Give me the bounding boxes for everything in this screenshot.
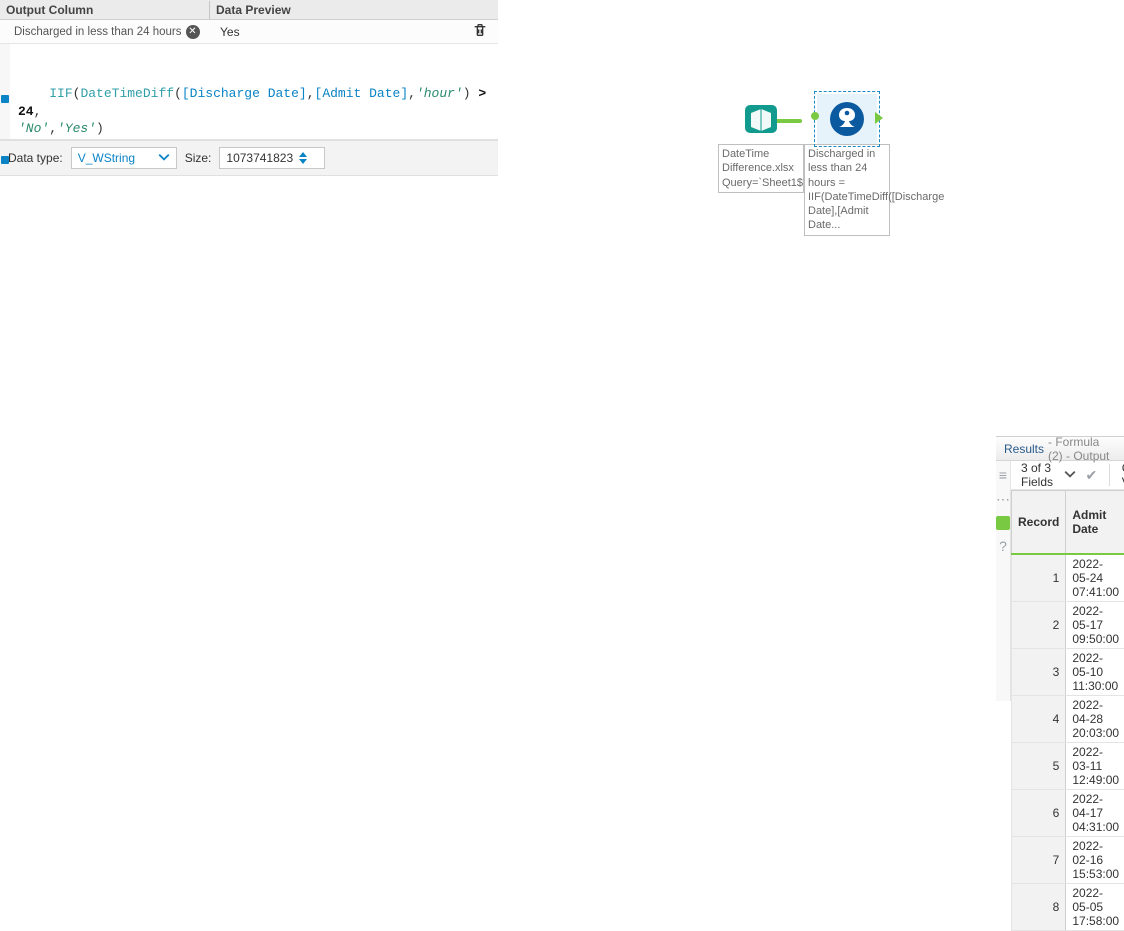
workflow-canvas[interactable]: DateTime Difference.xlsx Query=`Sheet1$ … — [498, 0, 1124, 701]
fields-summary[interactable]: 3 of 3 Fields — [1021, 461, 1054, 489]
input-tool-icon — [741, 99, 781, 139]
table-cell[interactable]: 2022-05-17 09:50:00 — [1066, 602, 1124, 649]
output-column-pill[interactable]: Discharged in less than 24 hours ✕ — [14, 25, 210, 39]
results-table[interactable]: RecordAdmit DateDischarge DateDischarged… — [1011, 490, 1124, 931]
table-cell[interactable]: 2022-03-11 12:49:00 — [1066, 743, 1124, 790]
chevron-down-icon — [158, 151, 170, 166]
size-label: Size: — [185, 151, 212, 165]
table-cell[interactable]: 4 — [1012, 696, 1066, 743]
table-row[interactable]: 52022-03-11 12:49:002022-03-13 17:30:00N… — [1012, 743, 1124, 790]
table-row[interactable]: 32022-05-10 11:30:002022-05-10 23:59:00Y… — [1012, 649, 1124, 696]
datatype-value: V_WString — [78, 151, 135, 165]
formula-tool-icon — [827, 99, 867, 139]
formula-tool[interactable]: Discharged in less than 24 hours = IIF(D… — [804, 94, 890, 236]
config-column-headers: Output Column Data Preview — [0, 0, 498, 20]
chevron-down-icon[interactable] — [1064, 468, 1076, 483]
preview-value: Yes — [210, 25, 472, 39]
output-column-row[interactable]: Discharged in less than 24 hours ✕ Yes — [0, 20, 498, 44]
size-stepper[interactable] — [299, 152, 307, 164]
clear-column-icon[interactable]: ✕ — [186, 25, 200, 39]
editor-gutter — [0, 44, 10, 139]
expression-editor[interactable]: IIF(DateTimeDiff([Discharge Date],[Admit… — [0, 44, 498, 140]
results-toolbar: 3 of 3 Fields ✔ Cell Viewer 8 records di… — [1011, 461, 1124, 490]
table-cell[interactable]: 2022-04-17 04:31:00 — [1066, 790, 1124, 837]
help-icon[interactable]: ? — [999, 538, 1007, 554]
output-anchor-icon[interactable] — [875, 112, 883, 124]
table-row[interactable]: 82022-05-05 17:58:002022-05-12 19:11:00N… — [1012, 884, 1124, 931]
results-pane: Results - Formula (2) - Output ≡ ⋯ ? 3 o… — [996, 436, 1124, 701]
output-column-name: Discharged in less than 24 hours — [14, 26, 182, 38]
output-anchor-indicator[interactable] — [996, 516, 1010, 530]
table-cell[interactable]: 7 — [1012, 837, 1066, 884]
input-data-tool[interactable]: DateTime Difference.xlsx Query=`Sheet1$ — [718, 94, 804, 193]
separator — [1109, 464, 1110, 486]
table-row[interactable]: 72022-02-16 15:53:002022-03-02 14:40:00N… — [1012, 837, 1124, 884]
input-anchor-icon[interactable] — [811, 112, 819, 120]
table-cell[interactable]: 2022-04-28 20:03:00 — [1066, 696, 1124, 743]
table-row[interactable]: 12022-05-24 07:41:002022-05-24 23:59:00Y… — [1012, 554, 1124, 602]
gutter-marker-icon — [1, 156, 9, 164]
table-cell[interactable]: 2022-05-05 17:58:00 — [1066, 884, 1124, 931]
output-column-header: Output Column — [0, 1, 210, 19]
results-sidebar: ≡ ⋯ ? — [996, 461, 1011, 701]
formula-tool-caption: Discharged in less than 24 hours = IIF(D… — [804, 144, 890, 236]
table-cell[interactable]: 2022-05-10 11:30:00 — [1066, 649, 1124, 696]
table-cell[interactable]: 2022-02-16 15:53:00 — [1066, 837, 1124, 884]
formula-config-panel: Output Column Data Preview Discharged in… — [0, 0, 498, 701]
delete-expression-button[interactable] — [472, 22, 492, 42]
list-view-icon[interactable]: ≡ — [999, 467, 1007, 483]
messages-icon[interactable]: ⋯ — [996, 491, 1010, 508]
stepper-down-icon[interactable] — [299, 159, 307, 164]
table-row[interactable]: 42022-04-28 20:03:002022-05-04 17:33:00N… — [1012, 696, 1124, 743]
datatype-row: Data type: V_WString Size: 1073741823 — [0, 140, 498, 176]
results-main: 3 of 3 Fields ✔ Cell Viewer 8 records di… — [1011, 461, 1124, 701]
expression-text: IIF(DateTimeDiff([Discharge Date],[Admit… — [18, 86, 494, 136]
table-cell[interactable]: 6 — [1012, 790, 1066, 837]
table-cell[interactable]: 8 — [1012, 884, 1066, 931]
column-header[interactable]: Admit Date — [1066, 491, 1124, 555]
table-cell[interactable]: 2 — [1012, 602, 1066, 649]
input-tool-caption: DateTime Difference.xlsx Query=`Sheet1$ — [718, 144, 804, 193]
data-preview-header: Data Preview — [210, 1, 498, 19]
datatype-select[interactable]: V_WString — [71, 147, 177, 169]
datatype-label: Data type: — [8, 151, 63, 165]
size-input[interactable]: 1073741823 — [219, 147, 325, 169]
gutter-marker-icon — [1, 95, 9, 103]
table-cell[interactable]: 5 — [1012, 743, 1066, 790]
table-cell[interactable]: 2022-05-24 07:41:00 — [1066, 554, 1124, 602]
stepper-up-icon[interactable] — [299, 152, 307, 157]
table-row[interactable]: 22022-05-17 09:50:002022-05-17 23:59:00Y… — [1012, 602, 1124, 649]
tool-group: DateTime Difference.xlsx Query=`Sheet1$ … — [718, 94, 890, 236]
results-subtitle: - Formula (2) - Output — [1048, 435, 1116, 463]
column-header[interactable]: Record — [1012, 491, 1066, 555]
results-title: Results — [1004, 442, 1044, 456]
table-cell[interactable]: 3 — [1012, 649, 1066, 696]
size-value: 1073741823 — [226, 151, 293, 165]
table-row[interactable]: 62022-04-17 04:31:002022-04-25 19:00:00N… — [1012, 790, 1124, 837]
checkmark-icon[interactable]: ✔ — [1086, 467, 1098, 484]
results-header: Results - Formula (2) - Output — [996, 437, 1124, 461]
table-cell[interactable]: 1 — [1012, 554, 1066, 602]
